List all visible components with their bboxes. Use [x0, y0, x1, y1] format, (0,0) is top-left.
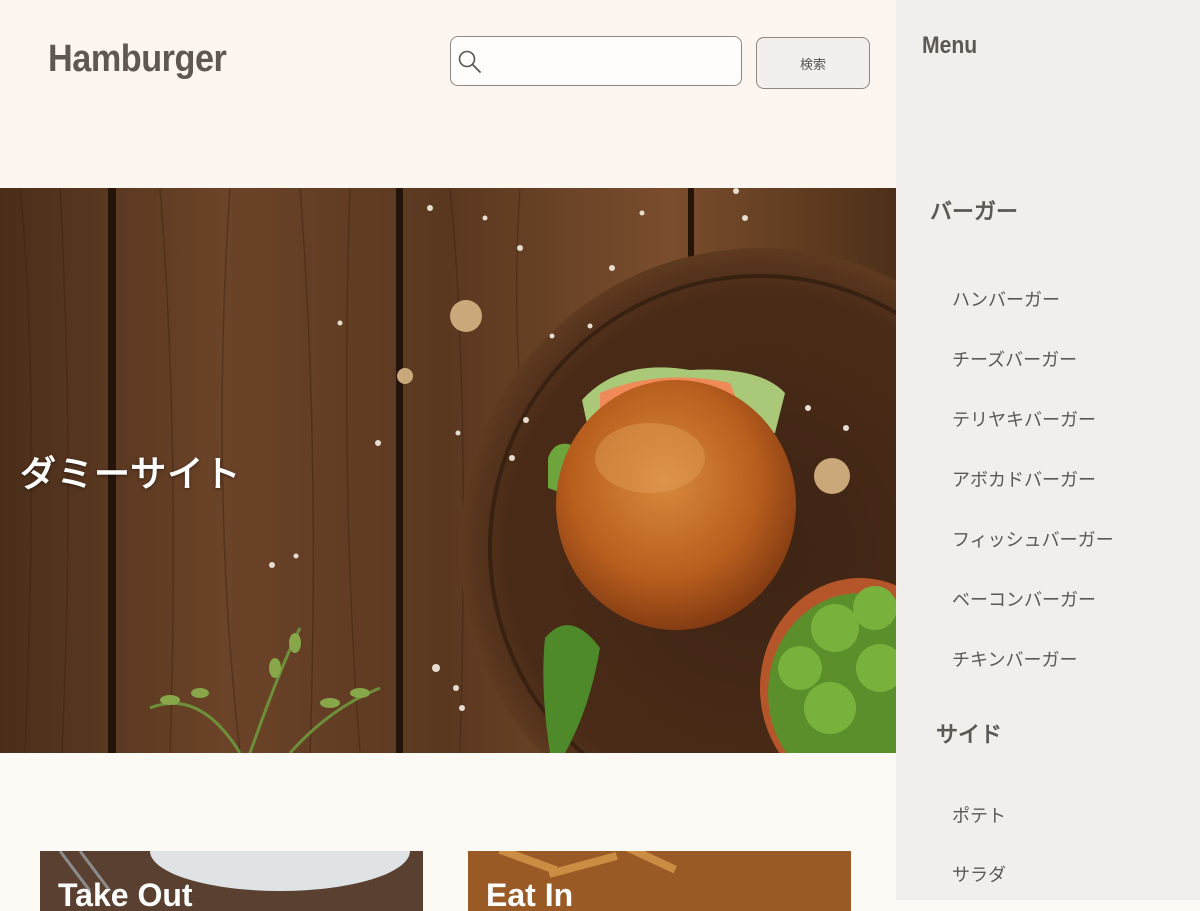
- hero-banner: ダミーサイト: [0, 188, 896, 753]
- hero-title: ダミーサイト: [20, 454, 242, 495]
- search-box[interactable]: [450, 36, 742, 86]
- takeout-card[interactable]: Take Out: [40, 851, 423, 911]
- eatin-card-label: Eat In: [486, 877, 574, 911]
- search-button[interactable]: 検索: [756, 37, 870, 89]
- sidebar-heading-burgers: バーガー: [930, 200, 1019, 225]
- sidebar-item-salad[interactable]: サラダ: [952, 861, 1006, 887]
- eatin-card[interactable]: Eat In: [468, 851, 851, 911]
- takeout-card-label: Take Out: [58, 877, 193, 911]
- sidebar-title: Menu: [922, 32, 978, 59]
- site-logo[interactable]: Hamburger: [48, 38, 227, 81]
- sidebar-item-chicken-burger[interactable]: チキンバーガー: [952, 646, 1077, 672]
- search-input[interactable]: [485, 43, 739, 81]
- sidebar-heading-sides: サイド: [936, 723, 1003, 748]
- sidebar-item-cheeseburger[interactable]: チーズバーガー: [952, 346, 1077, 372]
- sidebar-item-teriyaki-burger[interactable]: テリヤキバーガー: [952, 406, 1096, 432]
- sidebar-item-fish-burger[interactable]: フィッシュバーガー: [952, 526, 1114, 552]
- sidebar-item-potato[interactable]: ポテト: [952, 802, 1006, 828]
- sidebar-item-bacon-burger[interactable]: ベーコンバーガー: [952, 586, 1096, 612]
- sidebar-item-hamburger[interactable]: ハンバーガー: [952, 286, 1060, 312]
- sidebar-item-avocado-burger[interactable]: アボカドバーガー: [952, 466, 1096, 492]
- sidebar-menu: Menu バーガー ハンバーガー チーズバーガー テリヤキバーガー アボカドバー…: [896, 0, 1200, 900]
- search-icon: [458, 50, 481, 73]
- site-header: Hamburger 検索: [0, 0, 896, 188]
